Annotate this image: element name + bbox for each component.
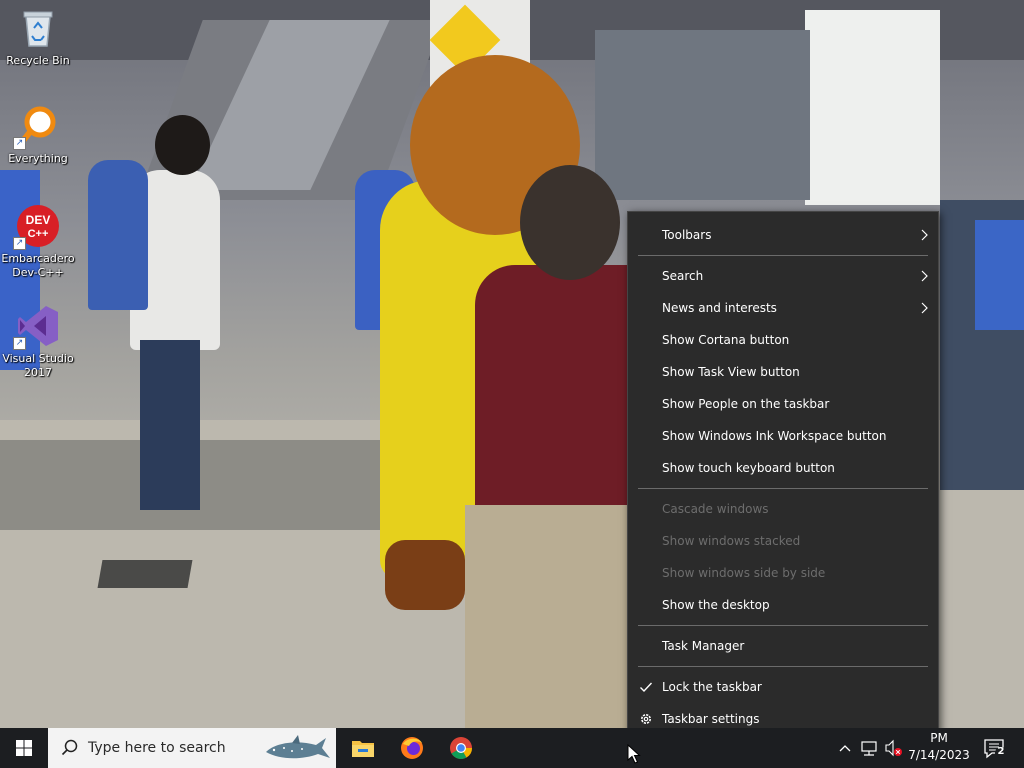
desktop-icon-label: Visual Studio 2017: [2, 352, 74, 379]
start-button[interactable]: [0, 728, 48, 768]
taskbar-file-explorer[interactable]: [340, 728, 386, 768]
menu-item-search[interactable]: Search: [628, 260, 938, 292]
menu-item-lock-the-taskbar[interactable]: Lock the taskbar: [628, 671, 938, 703]
menu-item-label: Show Windows Ink Workspace button: [662, 429, 887, 443]
checkmark-icon: [640, 682, 653, 693]
menu-separator: [638, 488, 928, 489]
chrome-icon: [450, 737, 472, 759]
menu-item-show-task-view-button[interactable]: Show Task View button: [628, 356, 938, 388]
clock-date: 7/14/2023: [908, 748, 970, 762]
search-placeholder: Type here to search: [88, 740, 226, 756]
mouse-cursor-icon: [627, 744, 641, 764]
menu-item-toolbars[interactable]: Toolbars: [628, 219, 938, 251]
menu-item-label: Show windows stacked: [662, 534, 801, 548]
chevron-right-icon: [921, 270, 928, 282]
menu-item-label: Show Task View button: [662, 365, 800, 379]
chevron-right-icon: [921, 302, 928, 314]
shortcut-arrow-icon: ↗: [13, 137, 26, 150]
chevron-right-icon: [921, 229, 928, 241]
menu-item-show-windows-stacked: Show windows stacked: [628, 525, 938, 557]
menu-separator: [638, 666, 928, 667]
desktop-icon-everything[interactable]: ↗ Everything: [0, 104, 76, 166]
menu-item-label: News and interests: [662, 301, 777, 315]
menu-item-label: Show windows side by side: [662, 566, 826, 580]
menu-item-show-windows-side-by-side: Show windows side by side: [628, 557, 938, 589]
menu-separator: [638, 625, 928, 626]
desktop-icon-label: Recycle Bin: [6, 54, 70, 67]
taskbar-search-box[interactable]: Type here to search: [48, 728, 336, 768]
menu-separator: [638, 255, 928, 256]
svg-text:DEV: DEV: [26, 213, 51, 227]
network-status-button[interactable]: [858, 728, 880, 768]
menu-item-label: Taskbar settings: [662, 712, 760, 726]
visual-studio-icon: ↗: [13, 304, 60, 350]
menu-item-label: Show the desktop: [662, 598, 770, 612]
menu-item-label: Show People on the taskbar: [662, 397, 830, 411]
volume-button[interactable]: [882, 728, 904, 768]
windows-logo-icon: [16, 740, 32, 756]
file-explorer-icon: [352, 741, 374, 757]
show-hidden-icons-button[interactable]: [836, 728, 854, 768]
devcpp-icon: DEV C++ ↗: [13, 204, 60, 250]
taskbar-context-menu: Toolbars Search News and interests Show …: [627, 211, 939, 743]
action-center-button[interactable]: 2: [978, 728, 1024, 768]
menu-item-news-and-interests[interactable]: News and interests: [628, 292, 938, 324]
clock-time: PM: [930, 731, 948, 745]
menu-item-cascade-windows: Cascade windows: [628, 493, 938, 525]
desktop-icon-label: Everything: [8, 152, 68, 165]
taskbar-firefox[interactable]: [389, 728, 435, 768]
desktop-icon-recycle-bin[interactable]: Recycle Bin: [0, 6, 76, 68]
shortcut-arrow-icon: ↗: [13, 237, 26, 250]
everything-search-icon: ↗: [13, 104, 60, 150]
menu-item-show-touch-keyboard-button[interactable]: Show touch keyboard button: [628, 452, 938, 484]
shortcut-arrow-icon: ↗: [13, 337, 26, 350]
firefox-icon: [401, 737, 423, 759]
notification-count-badge: 2: [997, 746, 1005, 757]
desktop-icon-label: Embarcadero Dev-C++: [1, 252, 75, 279]
recycle-bin-icon: [16, 6, 60, 50]
menu-item-label: Cascade windows: [662, 502, 769, 516]
taskbar[interactable]: Type here to search PM 7/14/2023 2: [0, 728, 1024, 768]
menu-item-show-people[interactable]: Show People on the taskbar: [628, 388, 938, 420]
desktop-icon-devcpp[interactable]: DEV C++ ↗ Embarcadero Dev-C++: [0, 204, 76, 280]
gear-icon: [641, 714, 651, 724]
menu-item-label: Toolbars: [662, 228, 712, 242]
menu-item-label: Show Cortana button: [662, 333, 790, 347]
taskbar-clock[interactable]: PM 7/14/2023: [906, 730, 972, 764]
network-icon: [861, 741, 877, 756]
menu-item-label: Lock the taskbar: [662, 680, 762, 694]
menu-item-label: Show touch keyboard button: [662, 461, 835, 475]
menu-item-show-cortana-button[interactable]: Show Cortana button: [628, 324, 938, 356]
svg-text:C++: C++: [28, 228, 49, 240]
menu-item-task-manager[interactable]: Task Manager: [628, 630, 938, 662]
menu-item-show-ink-workspace-button[interactable]: Show Windows Ink Workspace button: [628, 420, 938, 452]
speaker-muted-icon: [885, 739, 902, 757]
whale-shark-illustration-icon: [266, 735, 330, 759]
desktop-icon-visual-studio[interactable]: ↗ Visual Studio 2017: [0, 304, 76, 380]
menu-item-label: Task Manager: [662, 639, 745, 653]
menu-item-label: Search: [662, 269, 704, 283]
search-icon: [61, 739, 78, 756]
taskbar-chrome[interactable]: [438, 728, 484, 768]
chevron-up-icon: [839, 745, 851, 752]
menu-item-show-the-desktop[interactable]: Show the desktop: [628, 589, 938, 621]
